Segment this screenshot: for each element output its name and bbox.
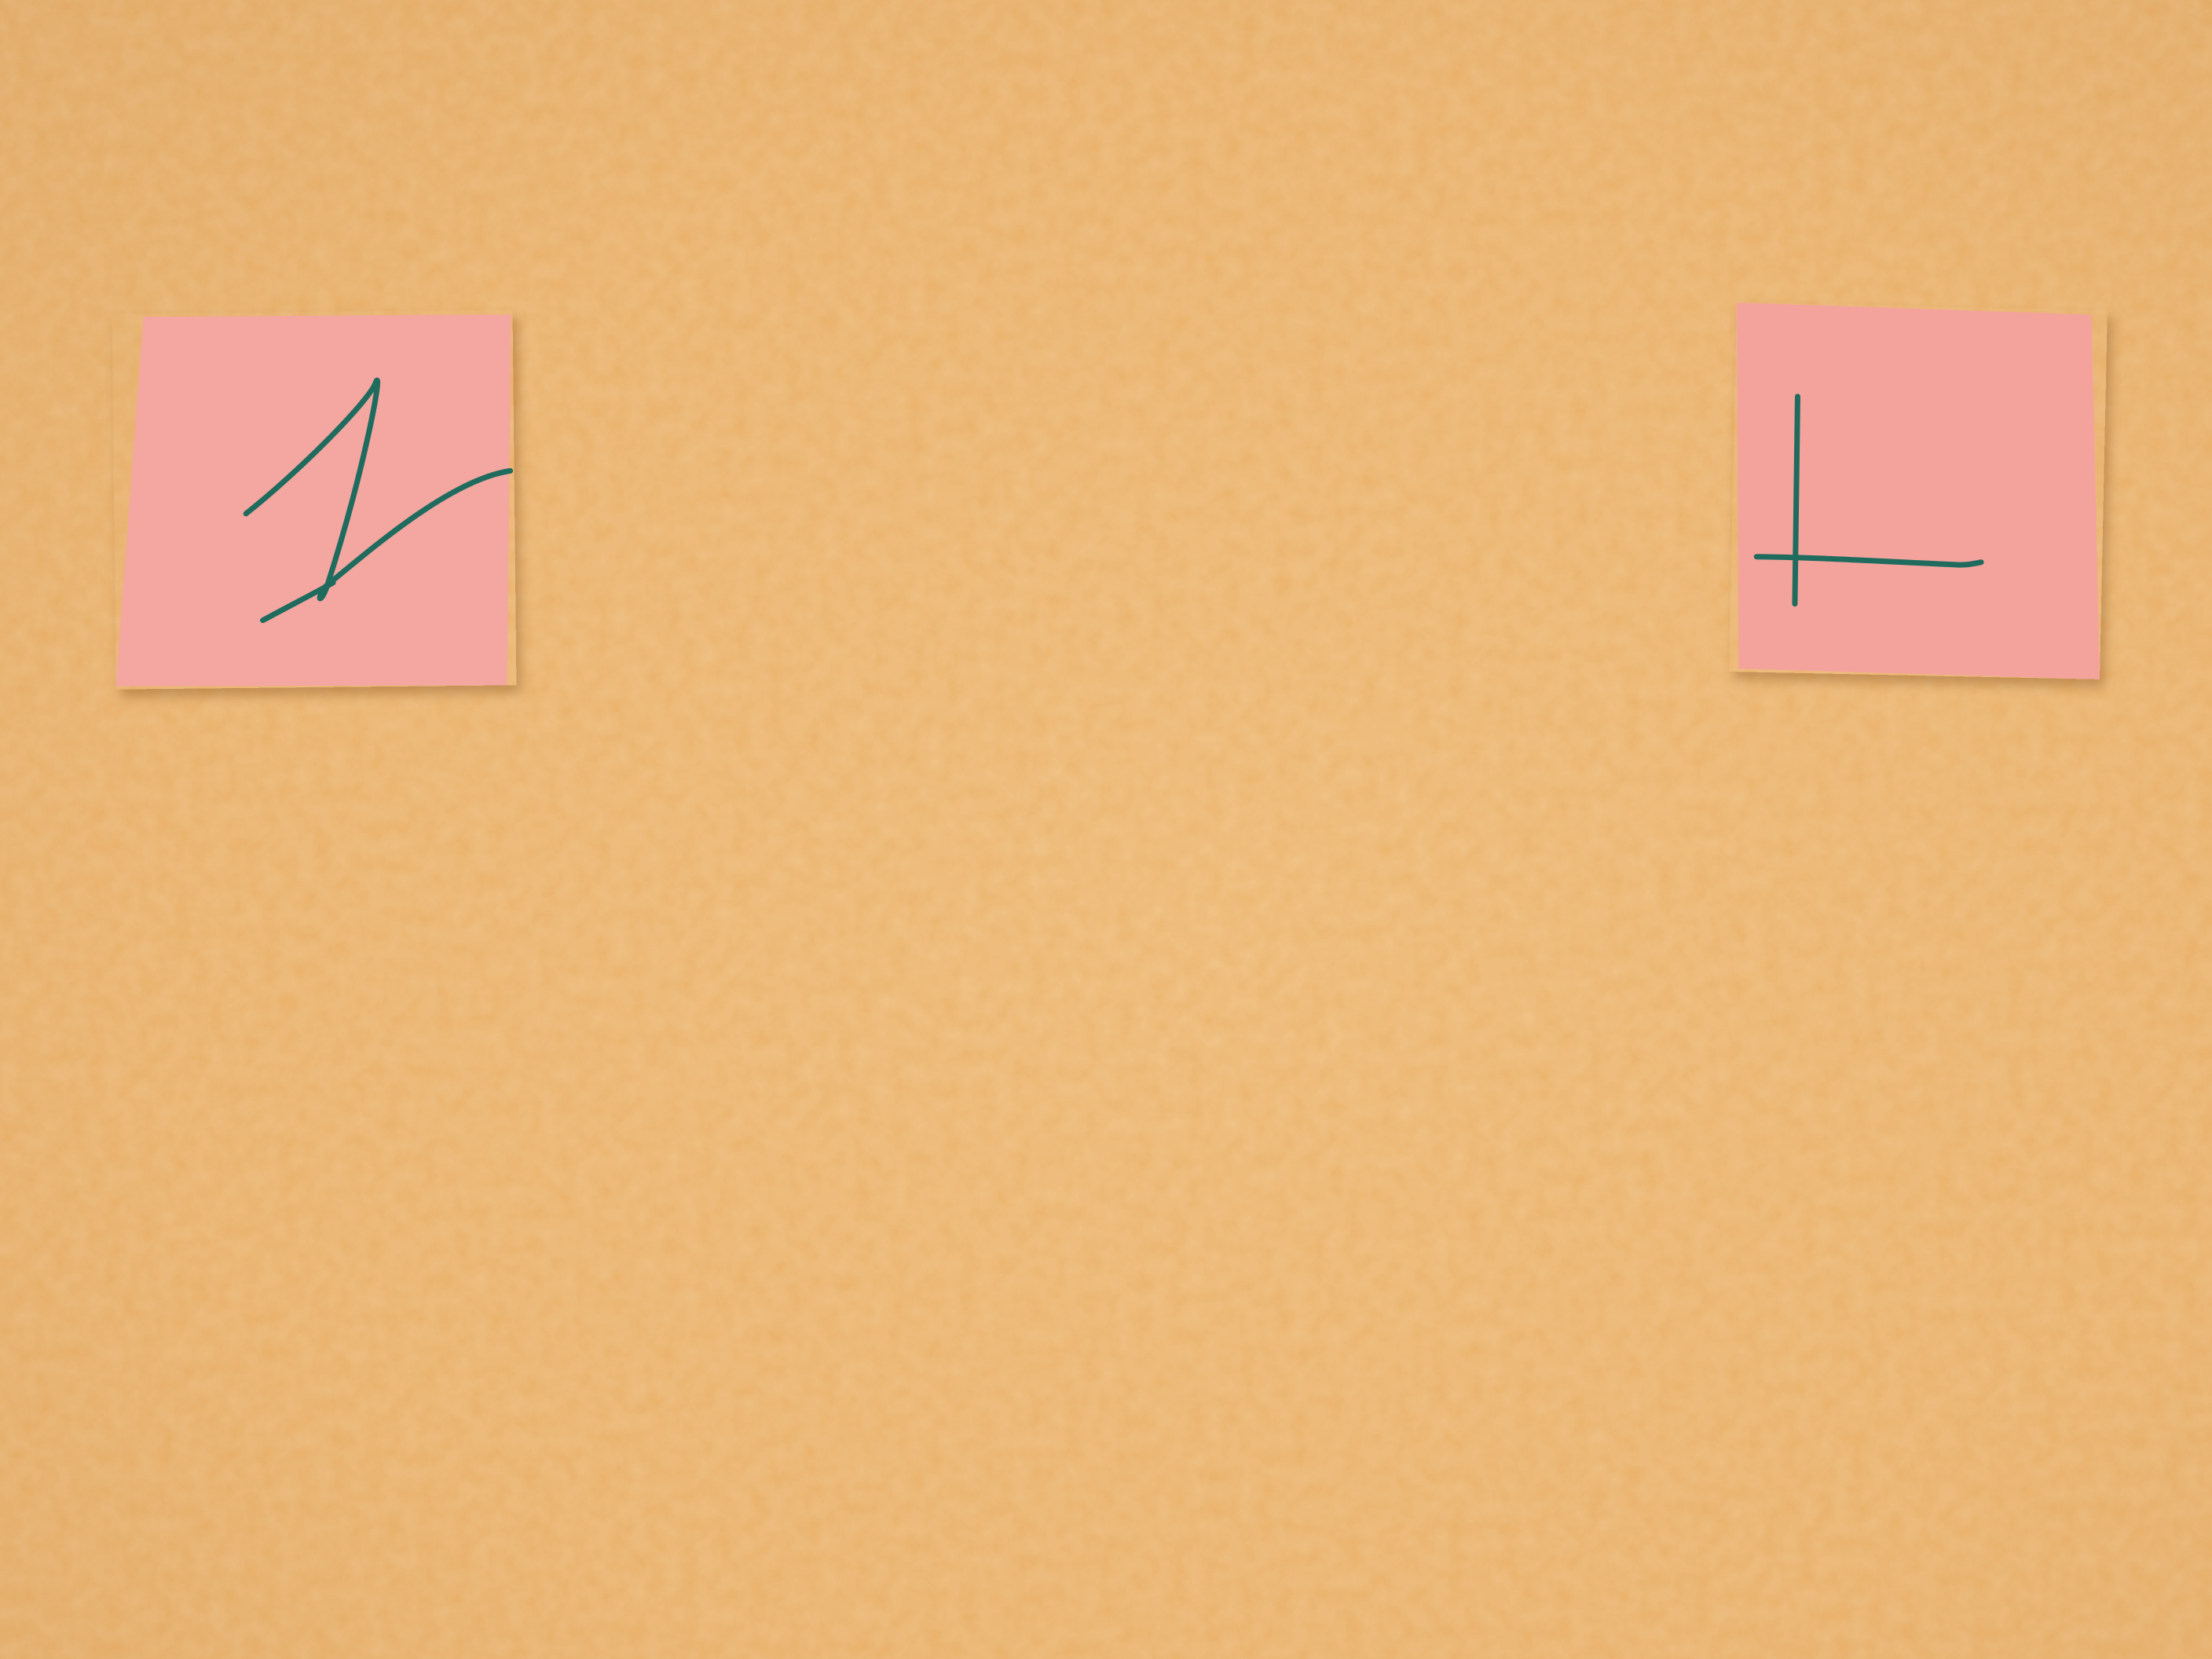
sticky-note-right — [1729, 302, 2108, 679]
photo-scene — [0, 0, 2212, 1659]
textured-wall — [0, 0, 2212, 1659]
sticky-note-left — [112, 309, 517, 689]
